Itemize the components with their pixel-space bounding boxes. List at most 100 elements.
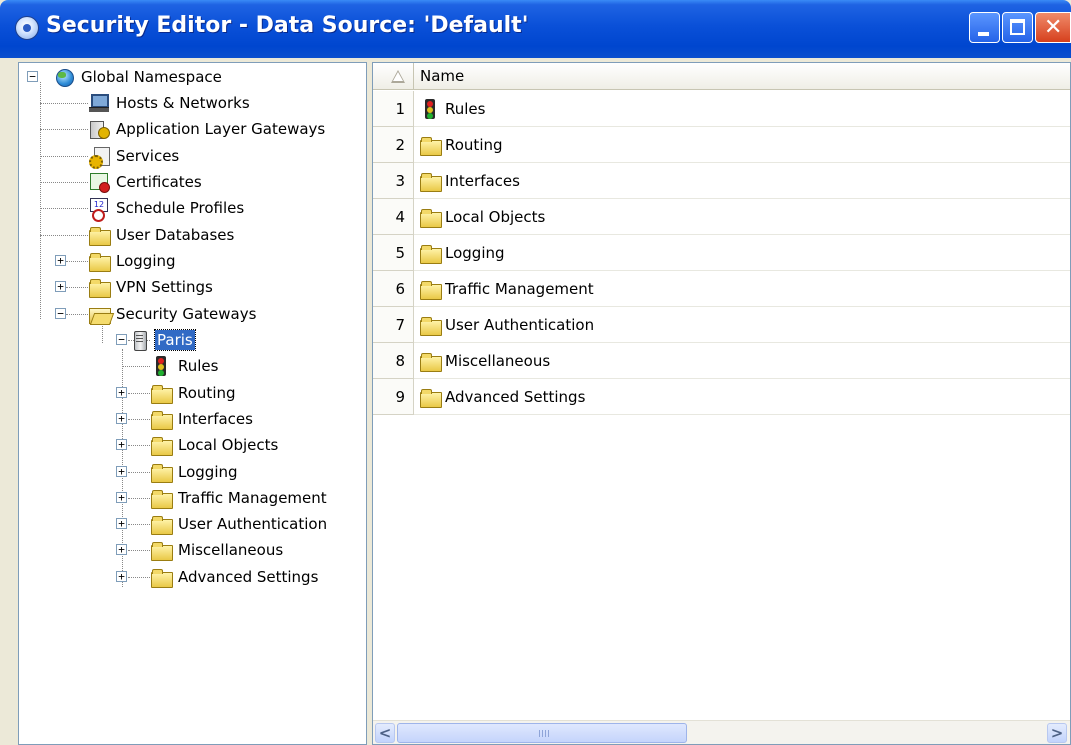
folder-icon: [419, 351, 442, 372]
row-number: 7: [373, 307, 414, 343]
tree-connector: [66, 261, 88, 262]
tree-connector: [66, 287, 88, 288]
scrollbar-thumb[interactable]: [397, 723, 687, 743]
tree-expand-toggle[interactable]: +: [116, 571, 127, 582]
tree-expand-toggle[interactable]: +: [116, 387, 127, 398]
app-globe-icon[interactable]: [15, 16, 39, 40]
table-row[interactable]: 9 Advanced Settings: [373, 379, 1070, 415]
table-row[interactable]: 3 Interfaces: [373, 163, 1070, 199]
tree-collapse-toggle[interactable]: −: [27, 71, 38, 82]
tree-connector: [66, 314, 88, 315]
sort-column-header[interactable]: [373, 63, 414, 90]
tree-item-label: Traffic Management: [178, 489, 327, 507]
row-name: Traffic Management: [445, 280, 594, 298]
scroll-left-button[interactable]: <: [375, 723, 395, 743]
tree-collapse-toggle[interactable]: −: [55, 308, 66, 319]
folder-icon: [419, 243, 442, 264]
table-row[interactable]: 5 Logging: [373, 235, 1070, 271]
tree-expand-toggle[interactable]: +: [55, 281, 66, 292]
tree-expand-toggle[interactable]: +: [116, 466, 127, 477]
scroll-right-button[interactable]: >: [1047, 723, 1067, 743]
tree-expand-toggle[interactable]: +: [116, 413, 127, 424]
row-name: Logging: [445, 244, 505, 262]
tree-item-interfaces[interactable]: Interfaces: [150, 406, 255, 432]
row-number: 3: [373, 163, 414, 199]
tree-item-vpn-settings[interactable]: VPN Settings: [88, 274, 215, 300]
tree-item-advanced-settings[interactable]: Advanced Settings: [150, 564, 320, 590]
folder-icon: [419, 135, 442, 156]
tree-connector: [128, 472, 150, 473]
table-row[interactable]: 6 Traffic Management: [373, 271, 1070, 307]
table-row[interactable]: 8 Miscellaneous: [373, 343, 1070, 379]
row-number: 6: [373, 271, 414, 307]
tree-connector: [40, 129, 88, 130]
table-row[interactable]: 2 Routing: [373, 127, 1070, 163]
tree-item-logging[interactable]: Logging: [88, 248, 178, 274]
maximize-button[interactable]: [1002, 12, 1033, 43]
tree-item-services[interactable]: Services: [88, 143, 181, 169]
tree-expand-toggle[interactable]: +: [116, 544, 127, 555]
window-title: Security Editor - Data Source: 'Default': [46, 13, 529, 38]
folder-icon: [150, 462, 173, 483]
tree-connector: [40, 156, 88, 157]
tree-item-label: Local Objects: [178, 436, 279, 454]
row-name: Advanced Settings: [445, 388, 586, 406]
tree-item-rules[interactable]: Rules: [150, 353, 220, 379]
tree-item-label: Advanced Settings: [178, 568, 319, 586]
table-row[interactable]: 1 Rules: [373, 91, 1070, 127]
maximize-icon: [1010, 19, 1025, 35]
tree-item-routing[interactable]: Routing: [150, 380, 238, 406]
tree-item-label: Services: [116, 147, 180, 165]
tree-item-hosts-networks[interactable]: Hosts & Networks: [88, 90, 252, 116]
tree-item-label: Logging: [178, 463, 238, 481]
minimize-icon: [978, 32, 989, 36]
tree-item-schedule-profiles[interactable]: Schedule Profiles: [88, 195, 246, 222]
row-name: Miscellaneous: [445, 352, 551, 370]
tree-item-user-databases[interactable]: User Databases: [88, 222, 236, 248]
row-name: Local Objects: [445, 208, 546, 226]
tree-item-user-authentication[interactable]: User Authentication: [150, 511, 329, 537]
folder-icon: [419, 207, 442, 228]
tree-item-label: Interfaces: [178, 410, 253, 428]
row-number: 8: [373, 343, 414, 379]
tree-item-label: Certificates: [116, 173, 202, 191]
tree-collapse-toggle[interactable]: −: [116, 334, 127, 345]
folder-icon: [419, 171, 442, 192]
tree-expand-toggle[interactable]: +: [116, 518, 127, 529]
tree-expand-toggle[interactable]: +: [116, 492, 127, 503]
tree-item-logging-gateway[interactable]: Logging: [150, 459, 240, 485]
folder-icon: [150, 409, 173, 430]
table-row[interactable]: 7 User Authentication: [373, 307, 1070, 343]
row-name: User Authentication: [445, 316, 595, 334]
minimize-button[interactable]: [969, 12, 1000, 43]
tree-item-miscellaneous[interactable]: Miscellaneous: [150, 537, 285, 563]
name-column-header[interactable]: Name: [420, 67, 464, 85]
services-icon: [88, 146, 110, 169]
table-row[interactable]: 4 Local Objects: [373, 199, 1070, 235]
tree-item-traffic-management[interactable]: Traffic Management: [150, 485, 329, 511]
tree-connector: [40, 208, 88, 209]
tree-item-label: VPN Settings: [116, 278, 213, 296]
tree-connector: [128, 393, 150, 394]
contents-grid[interactable]: Name 1 Rules 2 Routing 3 Interfaces 4 Lo…: [372, 62, 1071, 745]
tree-item-paris[interactable]: Paris: [129, 327, 196, 353]
tree-item-application-layer-gateways[interactable]: Application Layer Gateways: [88, 116, 327, 142]
tree-item-label: Paris: [154, 329, 196, 351]
folder-icon: [419, 387, 442, 408]
network-icon: [88, 93, 110, 113]
namespace-tree[interactable]: − Global Namespace Hosts & Networks Appl…: [18, 62, 367, 745]
tree-item-label: Security Gateways: [116, 305, 257, 323]
tree-item-local-objects[interactable]: Local Objects: [150, 432, 280, 458]
tree-item-certificates[interactable]: Certificates: [88, 169, 204, 195]
tree-expand-toggle[interactable]: +: [55, 255, 66, 266]
close-button[interactable]: ✕: [1035, 12, 1071, 43]
row-number: 1: [373, 91, 414, 127]
server-icon: [129, 330, 151, 351]
folder-icon: [150, 567, 173, 588]
folder-open-icon: [88, 304, 111, 324]
horizontal-scrollbar[interactable]: < >: [373, 720, 1070, 744]
tree-item-security-gateways[interactable]: Security Gateways: [88, 301, 258, 327]
tree-item-global-namespace[interactable]: Global Namespace: [53, 64, 224, 90]
title-bar[interactable]: Security Editor - Data Source: 'Default'…: [0, 0, 1071, 58]
tree-expand-toggle[interactable]: +: [116, 439, 127, 450]
